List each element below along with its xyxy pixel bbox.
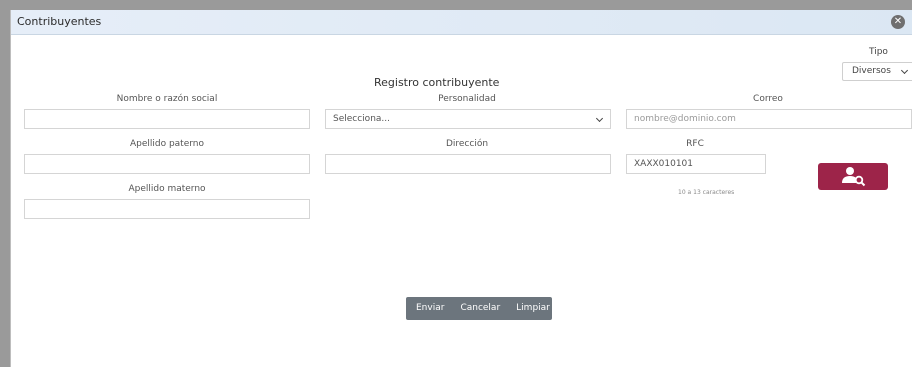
- apellido-materno-input[interactable]: [24, 199, 310, 219]
- tipo-select[interactable]: Diversos: [842, 62, 912, 81]
- rfc-value: XAXX010101: [634, 159, 694, 169]
- close-icon: ✕: [893, 16, 903, 27]
- limpiar-button[interactable]: Limpiar: [508, 297, 558, 320]
- dialog-titlebar: Contribuyentes ✕: [11, 10, 912, 35]
- nombre-label: Nombre o razón social: [116, 94, 218, 104]
- direccion-input[interactable]: [325, 154, 611, 174]
- nombre-input[interactable]: [24, 109, 310, 129]
- form-actions: Enviar Cancelar Limpiar: [406, 297, 552, 320]
- apellido-paterno-input[interactable]: [24, 154, 310, 174]
- form-heading: Registro contribuyente: [374, 76, 500, 89]
- apellido-paterno-label: Apellido paterno: [129, 139, 205, 149]
- correo-label: Correo: [753, 94, 783, 104]
- chevron-down-icon: [900, 66, 909, 75]
- personalidad-select[interactable]: Selecciona...: [325, 109, 611, 129]
- user-search-icon: [842, 167, 866, 187]
- direccion-label: Dirección: [445, 139, 489, 149]
- dialog-title: Contribuyentes: [17, 15, 102, 28]
- correo-placeholder: nombre@dominio.com: [634, 114, 736, 124]
- tipo-selected-value: Diversos: [852, 66, 891, 76]
- rfc-label: RFC: [686, 139, 704, 149]
- personalidad-selected-value: Selecciona...: [333, 114, 390, 124]
- contribuyentes-dialog: Contribuyentes ✕ Tipo Diversos Registro …: [10, 10, 912, 367]
- search-contribuyente-button[interactable]: [818, 163, 888, 190]
- correo-input[interactable]: nombre@dominio.com: [626, 109, 912, 129]
- rfc-hint: 10 a 13 caracteres: [678, 189, 735, 196]
- chevron-down-icon: [595, 114, 604, 123]
- enviar-button[interactable]: Enviar: [406, 297, 452, 320]
- personalidad-label: Personalidad: [438, 94, 496, 104]
- rfc-input[interactable]: XAXX010101: [626, 154, 766, 174]
- tipo-label: Tipo: [869, 47, 888, 57]
- apellido-materno-label: Apellido materno: [128, 184, 206, 194]
- close-button[interactable]: ✕: [891, 15, 905, 29]
- cancelar-button[interactable]: Cancelar: [452, 297, 508, 320]
